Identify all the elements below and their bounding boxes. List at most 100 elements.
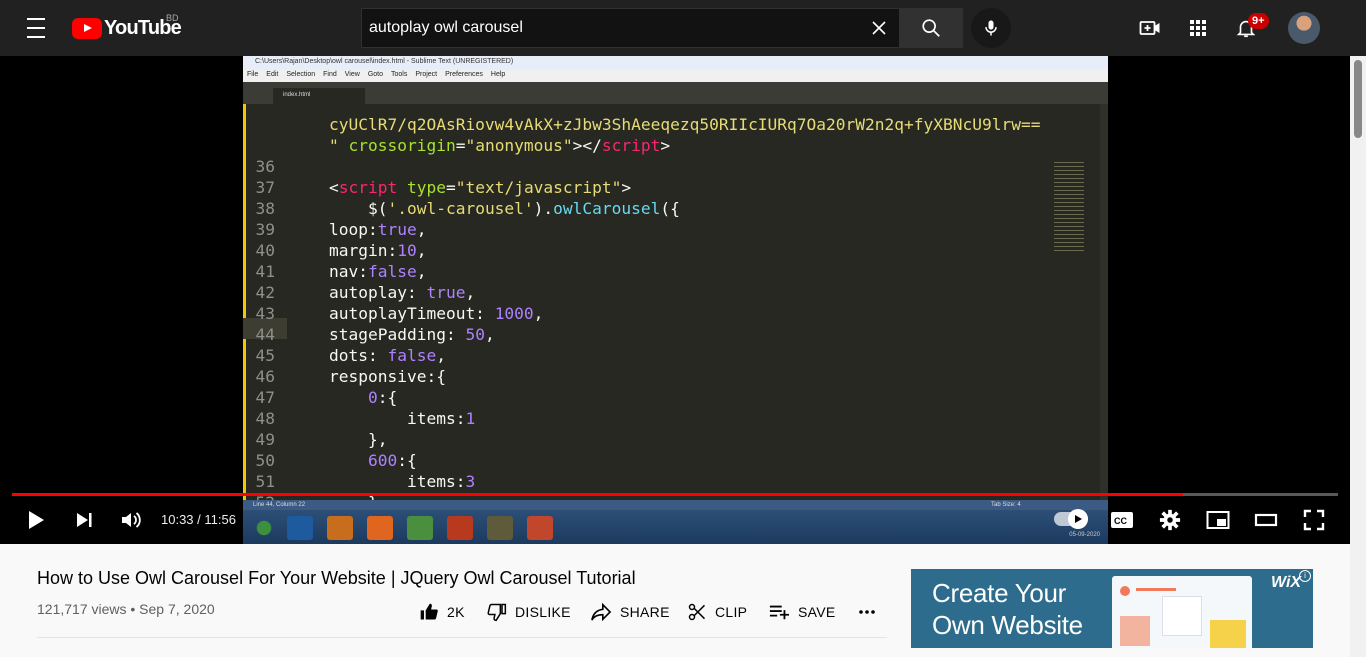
captions-icon: CC — [1111, 512, 1133, 528]
time-display: 10:33 / 11:56 — [161, 512, 236, 527]
like-button[interactable]: 2K — [419, 600, 465, 624]
share-icon — [591, 602, 612, 622]
code-line: stagePadding: 50, — [329, 325, 495, 344]
editor-menu-item: Find — [323, 71, 337, 78]
editor-status-tabsize: Tab Size: 4 — [991, 502, 1021, 508]
scissors-icon — [688, 603, 706, 621]
line-number: 37 — [255, 178, 276, 197]
ad-banner[interactable]: Create Your Own Website WiX i — [911, 569, 1313, 648]
code-line: <script type="text/javascript"> — [329, 178, 632, 197]
code-line: cyUClR7/q2OAsRiovw4vAkX+zJbw3ShAeeqezq50… — [329, 115, 1041, 134]
create-video-icon[interactable] — [1136, 14, 1164, 42]
autoplay-icon — [1068, 509, 1088, 529]
search-box — [361, 8, 900, 48]
start-icon — [251, 516, 277, 540]
next-button[interactable] — [72, 507, 96, 533]
fullscreen-button[interactable] — [1302, 507, 1326, 533]
gear-icon — [1159, 509, 1181, 531]
fullscreen-icon — [1303, 509, 1325, 531]
line-number: 47 — [255, 388, 276, 407]
play-icon — [29, 511, 44, 529]
mockup-image — [1210, 620, 1246, 648]
code-view: cyUClR7/q2OAsRiovw4vAkX+zJbw3ShAeeqezq50… — [243, 104, 1108, 544]
thumbs-up-icon — [420, 603, 438, 620]
app-icon — [527, 516, 553, 540]
masthead: YouTube BD 9+ — [0, 0, 1366, 56]
mockup-image — [1120, 616, 1150, 646]
taskbar-date: 05-09-2020 — [1069, 532, 1100, 538]
miniplayer-button[interactable] — [1206, 507, 1230, 533]
editor-menu-item: Help — [490, 71, 506, 78]
captions-button[interactable]: CC — [1110, 507, 1134, 533]
dislike-button[interactable]: DISLIKE — [487, 600, 571, 624]
windows-taskbar: 05-09-2020 — [243, 510, 1108, 544]
next-icon — [77, 513, 92, 527]
code-line: " crossorigin="anonymous"></script> — [329, 136, 671, 155]
ad-website-mockup — [1112, 576, 1252, 648]
clip-label: CLIP — [715, 604, 748, 620]
media-icon — [327, 516, 353, 540]
editor-menu-item: Tools — [391, 71, 408, 78]
line-number: 44 — [255, 325, 276, 344]
line-number: 42 — [255, 283, 276, 302]
microphone-icon — [985, 20, 997, 36]
line-number: 50 — [255, 451, 276, 470]
search-button[interactable] — [899, 8, 963, 48]
like-count: 2K — [447, 604, 465, 620]
dislike-label: DISLIKE — [515, 604, 571, 620]
svg-text:CC: CC — [1114, 516, 1127, 526]
line-number: 43 — [255, 304, 276, 323]
account-avatar[interactable] — [1288, 12, 1320, 44]
theater-mode-button[interactable] — [1254, 507, 1278, 533]
firefox-icon — [367, 516, 393, 540]
line-number: 48 — [255, 409, 276, 428]
code-line: 600:{ — [367, 451, 417, 470]
code-line: margin:10, — [329, 241, 427, 260]
ad-headline: Create Your Own Website — [932, 577, 1083, 641]
save-button[interactable]: SAVE — [768, 600, 836, 624]
ad-info-icon[interactable]: i — [1299, 570, 1311, 582]
mockup-bar — [1136, 588, 1176, 591]
youtube-logo[interactable]: YouTube BD — [72, 13, 182, 39]
progress-bar[interactable] — [12, 493, 1338, 496]
ie-icon — [287, 516, 313, 540]
editor-tab: index.html — [273, 88, 365, 104]
chrome-icon — [407, 516, 433, 540]
line-number: 38 — [255, 199, 276, 218]
editor-menu-item: Goto — [367, 71, 383, 78]
apps-grid-icon[interactable] — [1184, 14, 1212, 42]
video-frame[interactable]: C:\Users\Rajan\Desktop\owl carousel\inde… — [243, 56, 1108, 544]
line-number: 36 — [255, 157, 276, 176]
voice-search-button[interactable] — [971, 8, 1011, 48]
miniplayer-icon — [1206, 511, 1230, 529]
volume-icon — [122, 512, 141, 528]
share-label: SHARE — [620, 604, 670, 620]
country-code: BD — [166, 13, 179, 23]
editor-menu-item: View — [344, 71, 360, 78]
page-scrollbar[interactable] — [1350, 56, 1366, 657]
clear-search-icon[interactable] — [859, 9, 899, 47]
volume-button[interactable] — [119, 507, 143, 533]
share-button[interactable]: SHARE — [590, 600, 670, 624]
ad-line-1: Create Your — [932, 578, 1067, 608]
more-actions-button[interactable] — [857, 600, 877, 624]
editor-menu-item: Preferences — [445, 71, 483, 78]
line-number: 51 — [255, 472, 276, 491]
page-scrollbar-thumb[interactable] — [1354, 60, 1362, 138]
code-line: items:1 — [329, 409, 476, 428]
code-line: items:3 — [329, 472, 476, 491]
settings-button[interactable] — [1158, 507, 1182, 533]
menu-icon[interactable] — [24, 18, 48, 38]
play-button[interactable] — [24, 507, 48, 533]
search-input[interactable] — [362, 9, 859, 47]
sublime-icon — [487, 516, 513, 540]
clip-button[interactable]: CLIP — [687, 600, 747, 624]
video-player[interactable]: C:\Users\Rajan\Desktop\owl carousel\inde… — [0, 56, 1350, 544]
notification-count-badge: 9+ — [1248, 13, 1269, 29]
line-number: 49 — [255, 430, 276, 449]
more-horizontal-icon — [859, 610, 875, 614]
line-number: 41 — [255, 262, 276, 281]
editor-menu-item: Selection — [286, 71, 316, 78]
line-number: 46 — [255, 367, 276, 386]
code-line: loop:true, — [329, 220, 427, 239]
